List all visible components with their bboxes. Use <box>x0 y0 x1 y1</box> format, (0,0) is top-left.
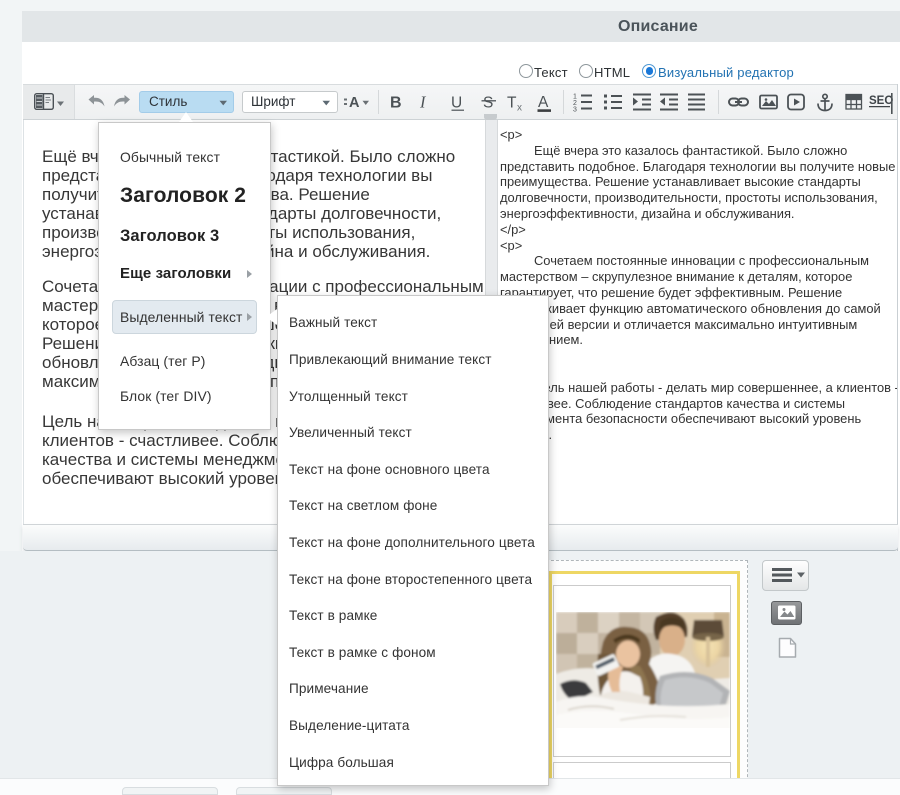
svg-text:A: A <box>538 94 549 111</box>
svg-text:T: T <box>507 95 517 112</box>
svg-text:SEO: SEO <box>869 95 893 107</box>
svg-text:U: U <box>451 95 462 112</box>
svg-text:3: 3 <box>573 107 577 114</box>
svg-text:x: x <box>517 103 522 114</box>
svg-text:I: I <box>419 93 427 112</box>
svg-text:B: B <box>390 95 402 112</box>
svg-text:S: S <box>483 95 493 112</box>
svg-text:A: A <box>349 95 360 111</box>
